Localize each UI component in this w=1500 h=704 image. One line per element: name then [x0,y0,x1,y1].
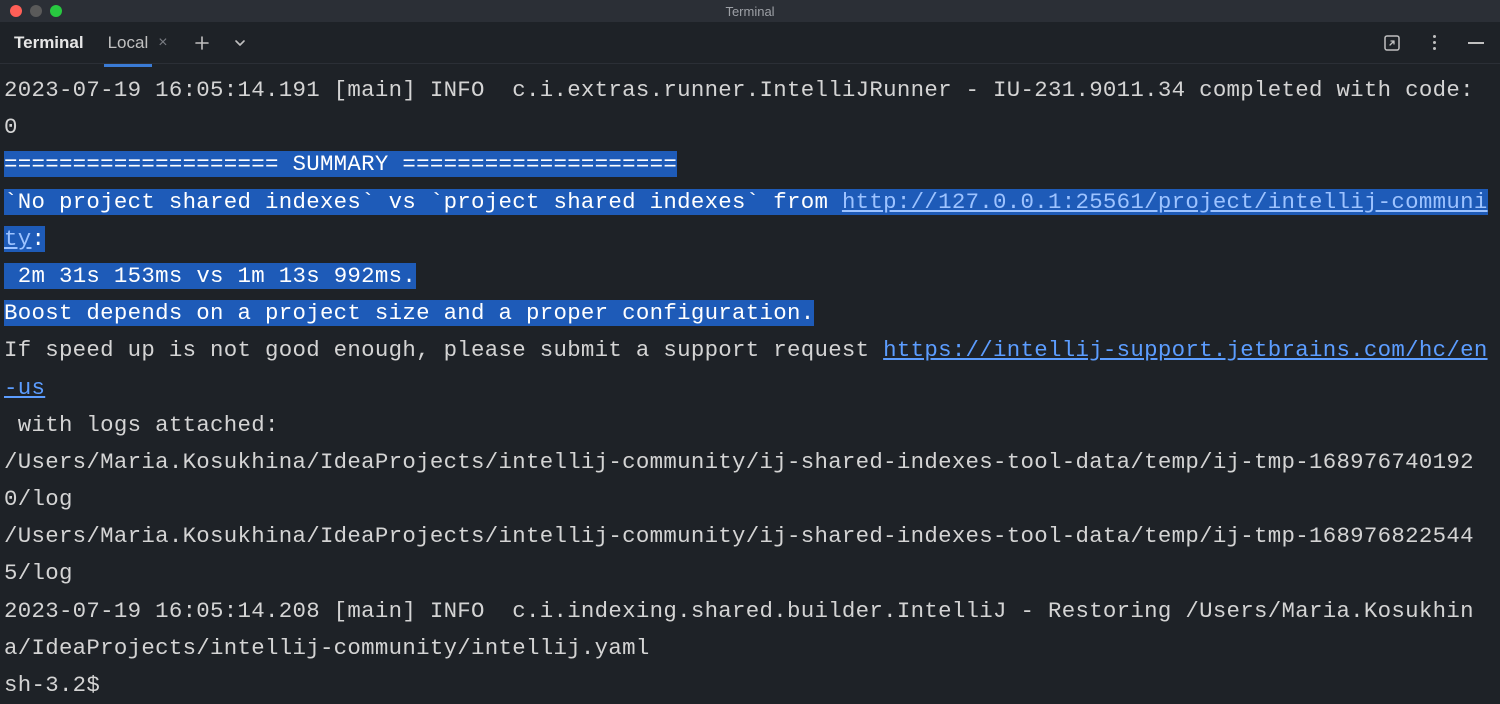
panel-title: Terminal [14,33,84,53]
window-titlebar: Terminal [0,0,1500,22]
new-tab-button[interactable] [192,33,212,53]
log-path-line: /Users/Maria.Kosukhina/IdeaProjects/inte… [4,449,1474,512]
logs-attached-line: with logs attached: [4,412,279,438]
window-minimize-button[interactable] [30,5,42,17]
support-line: If speed up is not good enough, please s… [4,337,1488,400]
window-maximize-button[interactable] [50,5,62,17]
terminal-output[interactable]: 2023-07-19 16:05:14.191 [main] INFO c.i.… [0,64,1500,704]
plus-icon [194,35,210,51]
maximize-panel-button[interactable] [1382,33,1402,53]
close-tab-icon[interactable]: × [158,35,167,51]
boost-note-line: Boost depends on a project size and a pr… [4,300,814,326]
tab-dropdown-button[interactable] [230,33,250,53]
summary-line: `No project shared indexes` vs `project … [4,189,1488,252]
terminal-tabbar: Terminal Local × [0,22,1500,64]
restore-line: 2023-07-19 16:05:14.208 [main] INFO c.i.… [4,598,1474,661]
hide-panel-button[interactable] [1466,33,1486,53]
window-title: Terminal [725,4,774,19]
tab-label: Local [108,33,149,53]
kebab-icon [1433,35,1436,50]
log-line: 2023-07-19 16:05:14.191 [main] INFO c.i.… [4,77,1488,140]
window-controls [0,5,62,17]
tab-local[interactable]: Local × [104,25,172,61]
minus-icon [1468,42,1484,44]
window-close-button[interactable] [10,5,22,17]
chevron-down-icon [233,36,247,50]
summary-header: ==================== SUMMARY ===========… [4,151,677,177]
timing-line: 2m 31s 153ms vs 1m 13s 992ms. [4,263,416,289]
more-options-button[interactable] [1424,33,1444,53]
shell-prompt: sh-3.2$ [4,672,100,698]
log-path-line: /Users/Maria.Kosukhina/IdeaProjects/inte… [4,523,1474,586]
maximize-icon [1383,34,1401,52]
